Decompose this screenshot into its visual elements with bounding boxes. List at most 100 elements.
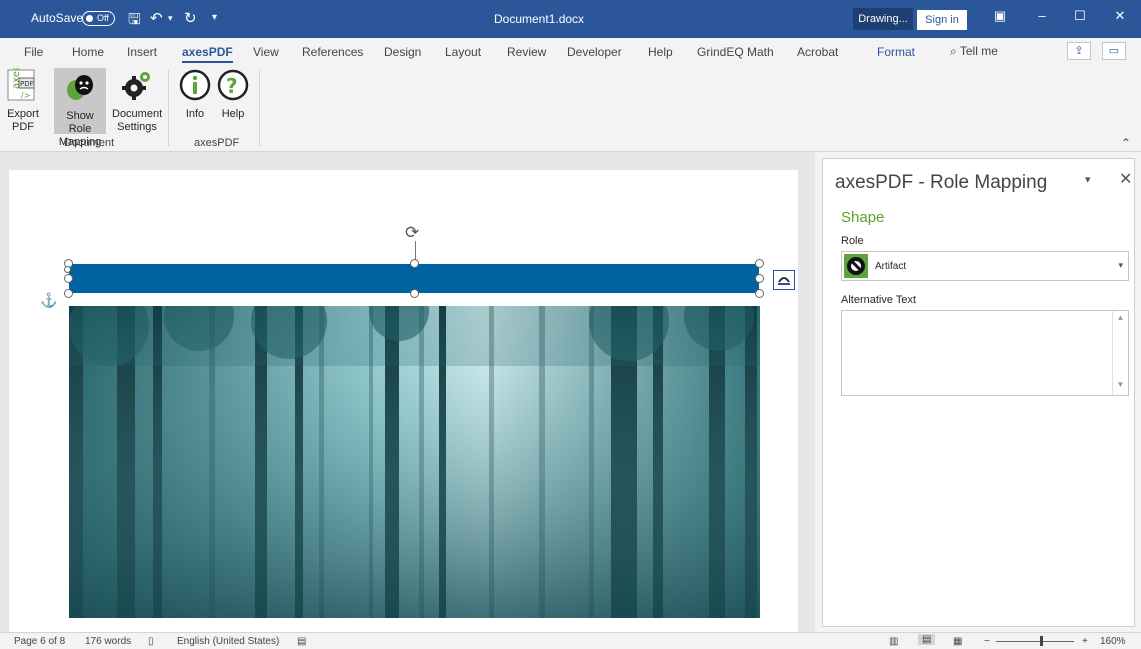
document-settings-button[interactable]: Document Settings <box>112 68 162 134</box>
ribbon-display-options-icon[interactable]: ▣ <box>990 8 1010 28</box>
sign-in-button[interactable]: Sign in <box>917 10 967 30</box>
alt-text-label: Alternative Text <box>841 294 917 306</box>
tab-grindeq-math[interactable]: GrindEQ Math <box>697 45 774 59</box>
axespdf-group-label: axesPDF <box>194 137 240 149</box>
axes-pdf-icon: axes PDF /> <box>7 66 35 101</box>
help-icon: ? <box>217 69 249 101</box>
export-pdf-label-1: Export <box>7 108 39 120</box>
comments-icon[interactable]: ▭ <box>1102 42 1126 60</box>
pane-close-icon[interactable]: ✕ <box>1119 169 1132 189</box>
role-mapping-pane: axesPDF - Role Mapping ▾ ✕ Shape Role Ar… <box>815 152 1141 632</box>
autosave-label: AutoSave <box>31 11 84 25</box>
tab-view[interactable]: View <box>253 45 279 59</box>
group-separator <box>259 70 260 146</box>
document-group-label: Document <box>64 137 115 149</box>
rotate-icon[interactable]: ⟳ <box>405 223 419 243</box>
tab-home[interactable]: Home <box>72 45 104 59</box>
zoom-slider-track[interactable] <box>996 641 1074 642</box>
autosave-state: Off <box>97 13 109 23</box>
ribbon-tabs: File Home Insert axesPDF View References… <box>0 38 1141 64</box>
status-bar: Page 6 of 8 176 words ▯ English (United … <box>0 632 1141 649</box>
section-heading: Shape <box>841 209 885 226</box>
role-select[interactable]: Artifact ▾ <box>841 251 1129 281</box>
close-icon[interactable]: ✕ <box>1110 8 1130 28</box>
search-icon: ⌕ <box>950 44 957 58</box>
resize-handle-top[interactable] <box>410 259 419 268</box>
tab-references[interactable]: References <box>302 45 363 59</box>
save-icon[interactable]: 🖫 <box>128 9 141 34</box>
layout-options-icon[interactable] <box>773 270 795 290</box>
gear-icon <box>122 72 150 100</box>
undo-dropdown-icon[interactable]: ▾ <box>168 13 173 24</box>
resize-handle-extra[interactable] <box>64 266 71 273</box>
tell-me-label: Tell me <box>959 44 998 58</box>
show-role-mapping-button[interactable]: Show Role Mapping <box>54 68 106 148</box>
tab-layout[interactable]: Layout <box>445 45 481 59</box>
pane-options-icon[interactable]: ▾ <box>1085 173 1091 186</box>
document-settings-label-1: Document <box>112 108 163 120</box>
zoom-slider-thumb[interactable] <box>1040 636 1043 646</box>
chevron-down-icon: ▾ <box>1118 260 1123 270</box>
tab-developer[interactable]: Developer <box>567 45 622 59</box>
pane-title: axesPDF - Role Mapping <box>835 172 1048 193</box>
tab-file[interactable]: File <box>24 45 43 59</box>
resize-handle-tr[interactable] <box>755 259 764 268</box>
ribbon: axes PDF /> Export PDF Show Role Mapping <box>0 64 1141 152</box>
zoom-out-icon[interactable]: − <box>984 636 990 647</box>
anchor-icon: ⚓ <box>40 292 58 308</box>
maximize-icon[interactable]: ☐ <box>1070 8 1090 28</box>
group-separator <box>168 70 169 146</box>
export-pdf-button[interactable]: axes PDF /> Export PDF <box>6 66 40 134</box>
theater-masks-icon <box>67 75 93 100</box>
word-count[interactable]: 176 words <box>85 636 131 647</box>
web-layout-icon[interactable]: ▦ <box>953 636 962 647</box>
resize-handle-left[interactable] <box>64 274 73 283</box>
tab-design[interactable]: Design <box>384 45 421 59</box>
help-button[interactable]: ? Help <box>216 68 250 121</box>
alt-text-field[interactable]: ▲ ▼ <box>841 310 1129 396</box>
resize-handle-bl[interactable] <box>64 289 73 298</box>
role-value: Artifact <box>875 261 907 272</box>
proofing-icon[interactable]: ▯ <box>148 636 154 647</box>
print-layout-icon[interactable]: ▤ <box>918 634 936 645</box>
resize-handle-right[interactable] <box>755 274 764 283</box>
role-label: Role <box>841 235 864 247</box>
svg-text:PDF: PDF <box>20 80 34 88</box>
macro-icon[interactable]: ▤ <box>297 636 306 647</box>
title-bar: AutoSave Off 🖫 ↶ ▾ ↻ ▾ Document1.docx Dr… <box>0 0 1141 38</box>
info-button[interactable]: Info <box>178 68 212 121</box>
redo-icon[interactable]: ↻ <box>184 9 197 27</box>
forest-image[interactable] <box>69 306 760 618</box>
undo-icon[interactable]: ↶ <box>150 9 163 27</box>
svg-text:?: ? <box>226 74 238 98</box>
language[interactable]: English (United States) <box>177 636 279 647</box>
tab-help[interactable]: Help <box>648 45 673 59</box>
zoom-in-icon[interactable]: + <box>1082 636 1088 647</box>
tab-acrobat[interactable]: Acrobat <box>797 45 838 59</box>
alt-text-scrollbar[interactable]: ▲ ▼ <box>1112 311 1128 395</box>
share-icon[interactable]: ⇪ <box>1067 42 1091 60</box>
customize-toolbar-icon[interactable]: ▾ <box>212 12 217 23</box>
autosave-toggle[interactable]: Off <box>82 11 115 26</box>
document-title: Document1.docx <box>494 12 585 26</box>
resize-handle-bottom[interactable] <box>410 289 419 298</box>
zoom-level[interactable]: 160% <box>1100 636 1126 647</box>
tab-review[interactable]: Review <box>507 45 546 59</box>
help-label: Help <box>221 108 245 120</box>
tell-me-search[interactable]: ⌕ Tell me <box>950 44 998 59</box>
drawing-tools-button[interactable]: Drawing... <box>853 8 913 30</box>
pane-content: axesPDF - Role Mapping ▾ ✕ Shape Role Ar… <box>822 158 1135 627</box>
tab-format[interactable]: Format <box>877 45 915 59</box>
collapse-ribbon-icon[interactable]: ⌃ <box>1121 136 1131 150</box>
read-mode-icon[interactable]: ▥ <box>889 636 898 647</box>
toggle-dot <box>86 15 93 22</box>
role-mapping-label-1: Show Role <box>66 110 94 135</box>
info-icon <box>179 69 211 101</box>
resize-handle-br[interactable] <box>755 289 764 298</box>
tab-insert[interactable]: Insert <box>127 45 157 59</box>
tab-axespdf[interactable]: axesPDF <box>182 45 233 63</box>
document-settings-label-2: Settings <box>117 121 157 133</box>
page-count[interactable]: Page 6 of 8 <box>14 636 65 647</box>
minimize-icon[interactable]: – <box>1032 8 1052 28</box>
export-pdf-label-2: PDF <box>12 121 34 133</box>
